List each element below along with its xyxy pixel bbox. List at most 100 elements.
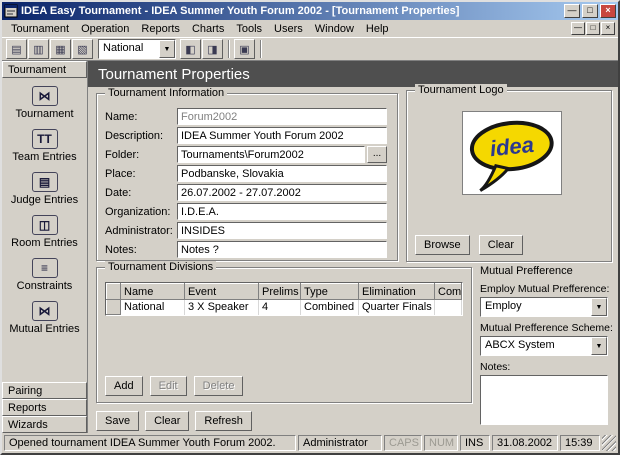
maximize-button[interactable]: □ (582, 4, 598, 18)
chevron-down-icon[interactable]: ▼ (591, 337, 607, 355)
menu-tools[interactable]: Tools (230, 22, 268, 36)
status-date: 31.08.2002 (492, 435, 558, 451)
column-header-prelims[interactable]: Prelims (258, 283, 301, 300)
notes-label: Notes: (105, 243, 137, 256)
sidebar-item-team-entries[interactable]: TT Team Entries (2, 129, 87, 163)
team-entries-icon: TT (31, 129, 58, 149)
status-caps-indicator: CAPS (384, 435, 422, 451)
judge-entries-icon: ▤ (31, 172, 58, 192)
column-header-comment[interactable]: Comment (434, 283, 462, 300)
sidebar-item-judge-entries[interactable]: ▤ Judge Entries (2, 172, 87, 206)
notes-field[interactable] (177, 241, 387, 258)
toolbar-icon-7[interactable]: ▣ (234, 39, 255, 59)
statusbar: Opened tournament IDEA Summer Youth Foru… (2, 433, 618, 453)
row-selector[interactable] (106, 299, 121, 315)
field-row: Name: (105, 108, 391, 125)
add-division-button[interactable]: Add (105, 376, 143, 396)
administrator-field[interactable] (177, 222, 387, 239)
column-header-name[interactable]: Name (120, 283, 185, 300)
sidebar-item-tournament[interactable]: ⋈ Tournament (2, 86, 87, 120)
resize-grip[interactable] (602, 435, 616, 451)
name-field[interactable] (177, 108, 387, 125)
sidebar-item-label: Team Entries (12, 151, 77, 163)
toolbar-icon-4[interactable]: ▧ (72, 39, 93, 59)
column-header-type[interactable]: Type (300, 283, 359, 300)
mutual-scheme-combobox[interactable]: ABCX System ▼ (480, 336, 608, 356)
menu-users[interactable]: Users (268, 22, 309, 36)
tournament-information-fields: Name: Description: Folder: ... (105, 108, 391, 260)
cell-type: Combined (300, 299, 359, 315)
description-field[interactable] (177, 127, 387, 144)
refresh-button[interactable]: Refresh (195, 411, 252, 431)
save-button[interactable]: Save (96, 411, 140, 431)
menu-reports[interactable]: Reports (135, 22, 186, 36)
toolbar-icon-5[interactable]: ◧ (180, 39, 201, 59)
column-header-elimination[interactable]: Elimination (358, 283, 435, 300)
action-buttons: Save Clear Refresh (96, 411, 258, 431)
division-combobox[interactable]: National ▼ (98, 39, 176, 59)
mdi-restore-button[interactable]: □ (586, 22, 600, 35)
place-label: Place: (105, 167, 136, 180)
room-entries-icon: ◫ (31, 215, 58, 235)
folder-field[interactable] (177, 146, 365, 163)
menu-window[interactable]: Window (309, 22, 360, 36)
status-num-indicator: NUM (424, 435, 458, 451)
logo-text: idea (489, 132, 535, 161)
date-label: Date: (105, 186, 132, 199)
clear-logo-button[interactable]: Clear (478, 235, 524, 255)
status-time: 15:39 (560, 435, 600, 451)
field-row: Place: (105, 165, 391, 182)
sidebar-item-room-entries[interactable]: ◫ Room Entries (2, 215, 87, 249)
toolbar-icon-3[interactable]: ▦ (50, 39, 71, 59)
table-row[interactable]: National 3 X Speaker 4 Combined Quarter … (106, 299, 462, 315)
tournament-icon: ⋈ (31, 86, 58, 106)
administrator-label: Administrator: (105, 224, 173, 237)
sidebar-item-label: Tournament (15, 108, 74, 120)
sidebar-item-constraints[interactable]: ≡ Constraints (2, 258, 87, 292)
minimize-button[interactable]: — (564, 4, 580, 18)
clear-button[interactable]: Clear (145, 411, 190, 431)
field-row: Notes: (105, 241, 391, 258)
delete-division-button[interactable]: Delete (193, 376, 244, 396)
toolbar-icon-2[interactable]: ▥ (28, 39, 49, 59)
mdi-close-button[interactable]: × (601, 22, 615, 35)
sidebar-item-mutual-entries[interactable]: ⋈ Mutual Entries (2, 301, 87, 335)
organization-field[interactable] (177, 203, 387, 220)
toolbar-icon-6[interactable]: ◨ (202, 39, 223, 59)
menu-charts[interactable]: Charts (186, 22, 230, 36)
sidebar-item-label: Constraints (16, 280, 73, 292)
status-ins-indicator: INS (460, 435, 490, 451)
constraints-icon: ≡ (31, 258, 58, 278)
menu-operation[interactable]: Operation (75, 22, 135, 36)
close-button[interactable]: × (600, 4, 616, 18)
employ-mutual-combobox[interactable]: Employ ▼ (480, 297, 608, 317)
sidebar: Tournament ⋈ Tournament TT Team Entries … (2, 61, 88, 433)
sidebar-section-reports[interactable]: Reports (2, 399, 87, 416)
mutual-notes-textarea[interactable] (480, 375, 608, 425)
logo-buttons: Browse Clear (415, 235, 529, 255)
menu-help[interactable]: Help (360, 22, 395, 36)
mdi-minimize-button[interactable]: — (571, 22, 585, 35)
mutual-notes-label: Notes: (480, 361, 511, 373)
menubar: Tournament Operation Reports Charts Tool… (2, 20, 618, 37)
folder-browse-button[interactable]: ... (367, 146, 387, 163)
column-header-event[interactable]: Event (184, 283, 259, 300)
chevron-down-icon[interactable]: ▼ (591, 298, 607, 316)
field-row: Folder: ... (105, 146, 391, 163)
field-row: Description: (105, 127, 391, 144)
browse-button[interactable]: Browse (415, 235, 470, 255)
chevron-down-icon[interactable]: ▼ (159, 40, 175, 58)
tournament-logo-group: Tournament Logo idea Browse Clear (406, 84, 612, 262)
sidebar-section-pairing[interactable]: Pairing (2, 382, 87, 399)
edit-division-button[interactable]: Edit (149, 376, 187, 396)
sidebar-item-label: Judge Entries (10, 194, 79, 206)
tournament-information-group: Tournament Information Name: Description… (96, 87, 398, 261)
date-field[interactable] (177, 184, 387, 201)
sidebar-section-tournament[interactable]: Tournament (2, 61, 87, 78)
sidebar-section-wizards[interactable]: Wizards (2, 416, 87, 433)
place-field[interactable] (177, 165, 387, 182)
toolbar-icon-1[interactable]: ▤ (6, 39, 27, 59)
menu-tournament[interactable]: Tournament (5, 22, 75, 36)
description-label: Description: (105, 129, 164, 142)
cell-event: 3 X Speaker (184, 299, 259, 315)
